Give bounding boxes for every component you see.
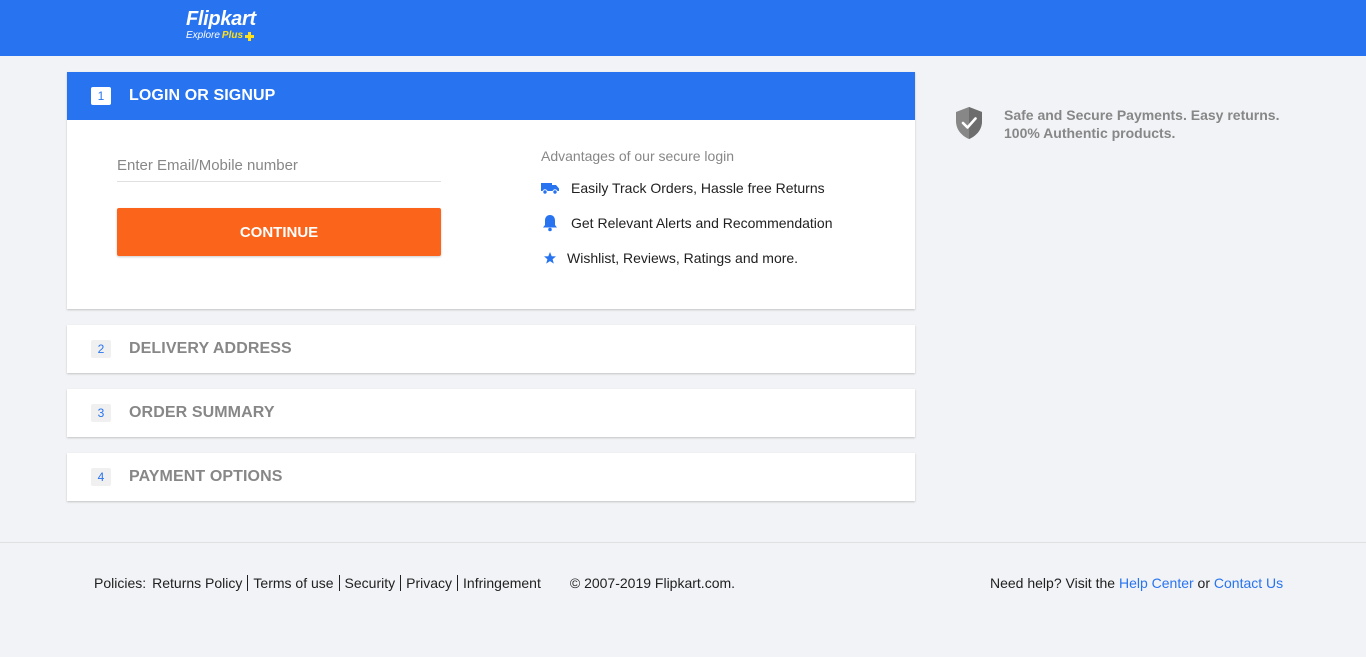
step-number: 2 [91, 340, 111, 358]
privacy-link[interactable]: Privacy [401, 575, 459, 591]
login-advantages: Advantages of our secure login Easily Tr… [541, 148, 881, 283]
help-center-link[interactable]: Help Center [1119, 575, 1194, 591]
step-header: 4 PAYMENT OPTIONS [67, 453, 915, 501]
email-mobile-input[interactable] [117, 150, 441, 182]
step-login-header: 1 LOGIN OR SIGNUP [67, 72, 915, 120]
logo-tagline: Explore Plus [186, 30, 256, 42]
top-bar: Flipkart Explore Plus [0, 0, 1366, 56]
logo-wordmark: Flipkart [186, 8, 256, 30]
advantage-item: Wishlist, Reviews, Ratings and more. [541, 248, 881, 268]
secure-line-2: 100% Authentic products. [1004, 125, 1176, 141]
truck-icon [541, 179, 559, 197]
logo-tagline-plus: Plus [221, 30, 244, 41]
contact-us-link[interactable]: Contact Us [1214, 575, 1283, 591]
step-title: LOGIN OR SIGNUP [129, 87, 276, 104]
step-header: 3 ORDER SUMMARY [67, 389, 915, 437]
login-body: CONTINUE Advantages of our secure login … [67, 120, 915, 309]
bell-icon [541, 214, 559, 232]
step-delivery-address: 2 DELIVERY ADDRESS [67, 325, 915, 373]
footer-help: Need help? Visit the Help Center or Cont… [990, 575, 1283, 591]
logo-tagline-prefix: Explore [186, 30, 220, 41]
copyright: © 2007-2019 Flipkart.com. [569, 575, 736, 591]
advantage-text: Wishlist, Reviews, Ratings and more. [567, 250, 799, 266]
continue-button[interactable]: CONTINUE [117, 208, 441, 256]
plus-icon [245, 31, 255, 41]
flipkart-logo[interactable]: Flipkart Explore Plus [186, 8, 256, 42]
security-link[interactable]: Security [340, 575, 402, 591]
step-number: 3 [91, 404, 111, 422]
step-order-summary: 3 ORDER SUMMARY [67, 389, 915, 437]
step-payment-options: 4 PAYMENT OPTIONS [67, 453, 915, 501]
footer-divider [0, 542, 1366, 543]
advantage-text: Get Relevant Alerts and Recommendation [571, 215, 833, 231]
step-number: 1 [91, 87, 111, 105]
footer-policies: Policies: Returns Policy Terms of use Se… [94, 575, 735, 591]
infringement-link[interactable]: Infringement [458, 575, 546, 591]
star-icon [541, 249, 559, 267]
step-title: PAYMENT OPTIONS [129, 468, 283, 485]
step-login: 1 LOGIN OR SIGNUP CONTINUE Advantages of… [67, 72, 915, 309]
terms-of-use-link[interactable]: Terms of use [248, 575, 340, 591]
advantages-title: Advantages of our secure login [541, 148, 735, 164]
shield-check-icon [955, 106, 983, 140]
secure-text: Safe and Secure Payments. Easy returns. … [1004, 106, 1279, 142]
policies-label: Policies: [94, 575, 147, 591]
step-number: 4 [91, 468, 111, 486]
step-title: ORDER SUMMARY [129, 404, 275, 421]
advantage-text: Easily Track Orders, Hassle free Returns [571, 180, 825, 196]
help-or: or [1197, 575, 1210, 591]
secure-line-1: Safe and Secure Payments. Easy returns. [1004, 107, 1280, 123]
returns-policy-link[interactable]: Returns Policy [152, 575, 249, 591]
advantage-item: Easily Track Orders, Hassle free Returns [541, 178, 881, 198]
help-prefix: Need help? Visit the [990, 575, 1116, 591]
secure-payments-note: Safe and Secure Payments. Easy returns. … [955, 106, 1279, 142]
step-header: 2 DELIVERY ADDRESS [67, 325, 915, 373]
step-title: DELIVERY ADDRESS [129, 340, 292, 357]
advantage-item: Get Relevant Alerts and Recommendation [541, 213, 881, 233]
